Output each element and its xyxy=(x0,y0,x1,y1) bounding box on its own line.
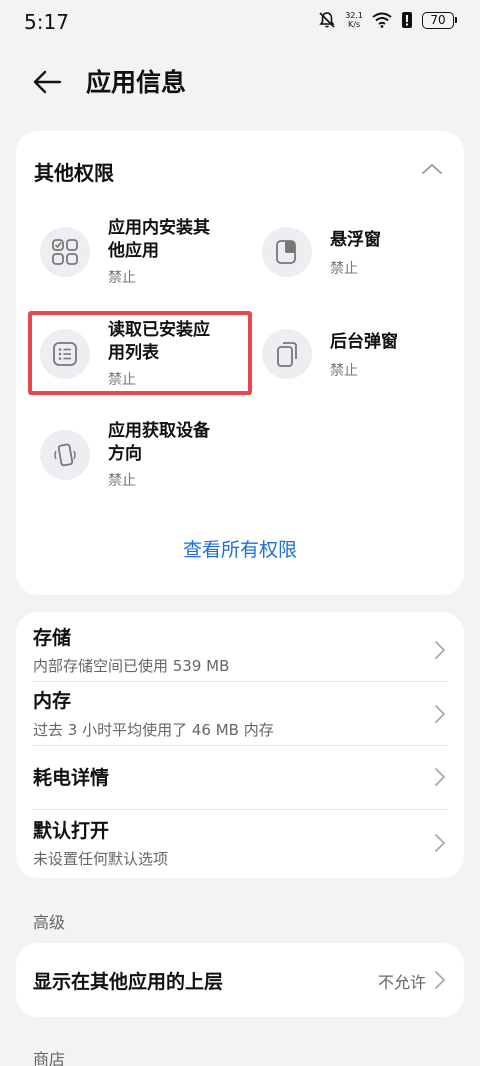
chevron-right-icon xyxy=(435,834,445,852)
default-open-row[interactable]: 默认打开 未设置任何默认选项 xyxy=(16,810,464,876)
back-arrow-icon[interactable] xyxy=(30,64,66,100)
chevron-right-icon xyxy=(435,971,445,989)
permission-status: 禁止 xyxy=(108,270,136,286)
status-bar: 5:17 32.1 K/s 70 xyxy=(0,0,480,46)
overlay-card: 显示在其他应用的上层 不允许 xyxy=(16,943,464,1017)
permission-status: 禁止 xyxy=(108,473,136,489)
permission-status: 禁止 xyxy=(330,261,358,277)
storage-row[interactable]: 存储 内部存储空间已使用 539 MB xyxy=(16,612,464,680)
advanced-section-label: 高级 xyxy=(33,913,66,932)
permission-status: 禁止 xyxy=(330,363,358,379)
battery-usage-title: 耗电详情 xyxy=(33,767,110,789)
permission-install-other-apps[interactable]: 应用内安装其 他应用 禁止 xyxy=(40,217,250,303)
chevron-right-icon xyxy=(435,768,445,786)
chevron-up-icon[interactable] xyxy=(416,155,448,183)
storage-title: 存储 xyxy=(33,627,72,649)
storage-subtitle: 内部存储空间已使用 539 MB xyxy=(33,657,230,675)
display-over-other-apps-row[interactable]: 显示在其他应用的上层 不允许 xyxy=(16,943,464,1017)
network-speed: 32.1 K/s xyxy=(345,11,363,29)
other-permissions-title: 其他权限 xyxy=(34,161,114,185)
mute-icon xyxy=(319,12,335,28)
permission-name-line1: 应用内安装其 xyxy=(108,218,210,238)
wifi-icon xyxy=(372,12,392,28)
chevron-right-icon xyxy=(435,641,445,659)
battery-usage-row[interactable]: 耗电详情 xyxy=(16,746,464,808)
chevron-right-icon xyxy=(435,705,445,723)
status-time: 5:17 xyxy=(24,10,69,34)
permission-name-line2: 他应用 xyxy=(108,241,159,261)
view-all-permissions-link[interactable]: 查看所有权限 xyxy=(16,535,464,562)
store-section-label: 商店 xyxy=(33,1050,66,1066)
header: 应用信息 xyxy=(0,56,480,106)
page-title: 应用信息 xyxy=(86,68,187,97)
network-speed-unit: K/s xyxy=(348,20,361,29)
permission-name-line1: 后台弹窗 xyxy=(330,332,398,352)
permission-device-orientation[interactable]: 应用获取设备 方向 禁止 xyxy=(40,420,250,506)
default-open-subtitle: 未设置任何默认选项 xyxy=(33,850,169,868)
background-popup-icon xyxy=(262,329,312,379)
network-speed-value: 32.1 xyxy=(345,11,363,20)
memory-row[interactable]: 内存 过去 3 小时平均使用了 46 MB 内存 xyxy=(16,682,464,744)
highlight-box xyxy=(28,311,252,395)
app-info-card: 存储 内部存储空间已使用 539 MB 内存 过去 3 小时平均使用了 46 M… xyxy=(16,612,464,878)
floating-window-icon xyxy=(262,227,312,277)
default-open-title: 默认打开 xyxy=(33,820,110,842)
permission-floating-window[interactable]: 悬浮窗 禁止 xyxy=(262,217,472,303)
memory-subtitle: 过去 3 小时平均使用了 46 MB 内存 xyxy=(33,721,274,739)
battery-indicator: 70 xyxy=(422,11,457,29)
memory-title: 内存 xyxy=(33,690,72,712)
permission-background-popup[interactable]: 后台弹窗 禁止 xyxy=(262,319,472,405)
permission-name-line1: 应用获取设备 xyxy=(108,421,210,441)
display-over-other-apps-title: 显示在其他应用的上层 xyxy=(33,971,224,993)
alert-icon xyxy=(402,12,412,28)
permission-name-line1: 悬浮窗 xyxy=(330,230,381,250)
status-icons: 32.1 K/s 70 xyxy=(318,11,457,29)
permission-name-line2: 方向 xyxy=(108,444,142,464)
display-over-other-apps-value: 不允许 xyxy=(377,973,426,992)
apps-grid-icon xyxy=(40,227,90,277)
device-orientation-icon xyxy=(40,430,90,480)
